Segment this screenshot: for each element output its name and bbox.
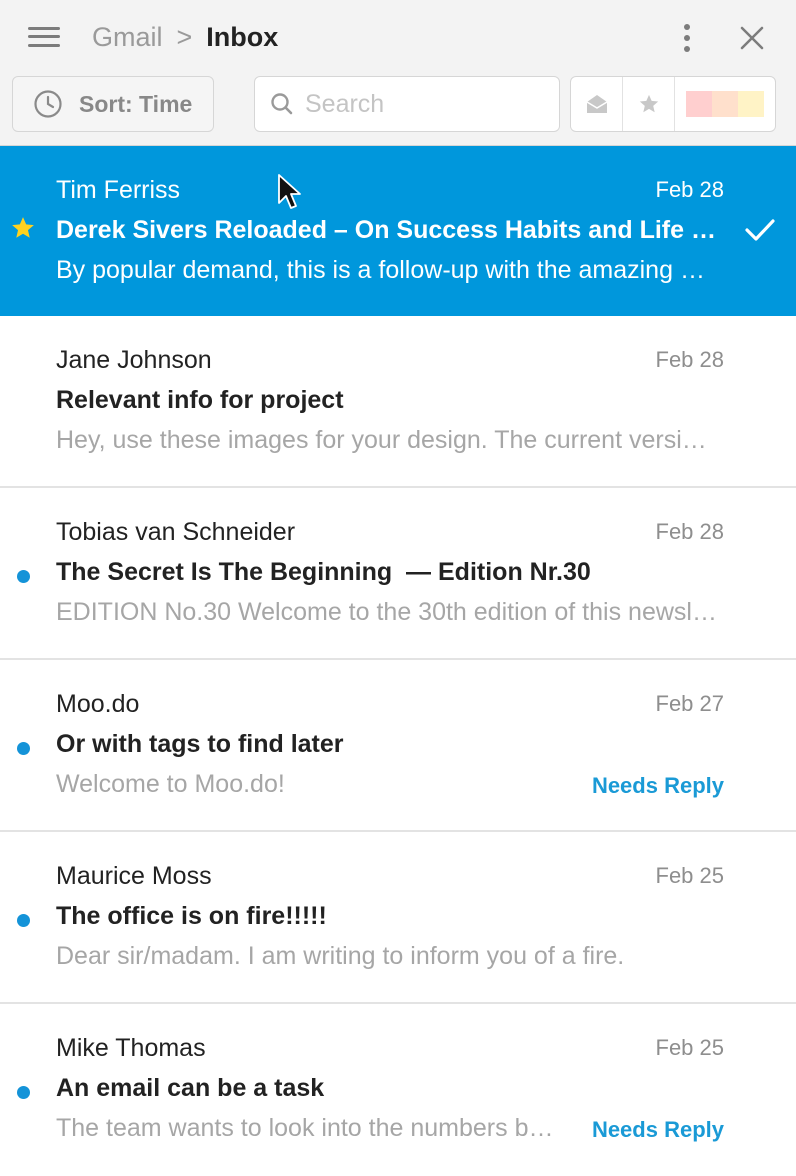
needs-reply-tag[interactable]: Needs Reply [592,773,724,799]
email-date: Feb 25 [655,1035,725,1060]
email-subject: The office is on fire!!!!! [56,902,327,930]
search-input[interactable] [305,89,545,119]
unread-dot [17,742,30,755]
mouse-pointer-icon [278,174,301,209]
email-list: Tim Ferriss Feb 28 Derek Sivers Reloaded… [0,146,796,1176]
search-box[interactable] [254,76,560,132]
email-date: Feb 28 [655,347,725,372]
breadcrumb-separator: > [176,22,193,52]
more-options-icon[interactable] [683,24,691,52]
email-row[interactable]: Maurice Moss Feb 25 The office is on fir… [0,832,796,1004]
email-sender: Jane Johnson [56,346,212,374]
email-subject: Derek Sivers Reloaded – On Success Habit… [56,216,726,244]
checkmark-icon[interactable] [744,217,776,243]
email-date: Feb 25 [655,863,725,888]
breadcrumb-inbox: Inbox [206,22,279,52]
email-preview: Dear sir/madam. I am writing to inform y… [56,942,625,970]
email-preview: By popular demand, this is a follow-up w… [56,256,720,284]
email-row[interactable]: Tobias van Schneider Feb 28 The Secret I… [0,488,796,660]
app-header: Gmail > Inbox Sort: Time [0,0,796,146]
email-preview: Welcome to Moo.do! [56,770,285,798]
unread-dot [17,570,30,583]
email-sender: Tobias van Schneider [56,518,296,546]
email-subject: Relevant info for project [56,386,344,414]
email-sender: Tim Ferriss [56,176,181,204]
email-row[interactable]: Moo.do Feb 27 Or with tags to find later… [0,660,796,832]
filter-group [570,76,776,132]
unread-dot [17,914,30,927]
sort-label: Sort: Time [79,90,193,117]
filter-read-button[interactable] [571,77,623,131]
email-sender: Mike Thomas [56,1034,206,1062]
filter-tags-button[interactable] [675,77,775,131]
email-row[interactable]: Tim Ferriss Feb 28 Derek Sivers Reloaded… [0,146,796,316]
email-preview: EDITION No.30 Welcome to the 30th editio… [56,598,720,626]
star-outline-icon [639,94,658,113]
search-icon [271,93,293,115]
email-subject: An email can be a task [56,1074,325,1102]
close-icon[interactable] [738,24,766,52]
email-subject: The Secret Is The Beginning — Edition Nr… [56,558,591,586]
email-subject: Or with tags to find later [56,730,344,758]
email-date: Feb 27 [655,691,725,716]
tag-swatch-yellow [738,91,764,117]
breadcrumb-gmail[interactable]: Gmail [92,20,163,54]
envelope-open-icon [586,95,607,113]
email-row[interactable]: Mike Thomas Feb 25 An email can be a tas… [0,1004,796,1176]
tag-swatch-orange [712,91,738,117]
tag-swatch-red [686,91,712,117]
sort-button[interactable]: Sort: Time [12,76,214,132]
email-preview: Hey, use these images for your design. T… [56,426,720,454]
email-sender: Maurice Moss [56,862,212,890]
star-icon[interactable] [10,215,36,241]
email-date: Feb 28 [655,519,725,544]
hamburger-menu-icon[interactable] [28,26,60,48]
clock-icon [34,90,62,118]
filter-starred-button[interactable] [623,77,675,131]
unread-dot [17,1086,30,1099]
needs-reply-tag[interactable]: Needs Reply [592,1117,724,1143]
email-preview: The team wants to look into the numbers … [56,1114,556,1142]
breadcrumb: Gmail > Inbox [92,20,278,54]
email-row[interactable]: Jane Johnson Feb 28 Relevant info for pr… [0,316,796,488]
email-sender: Moo.do [56,690,140,718]
email-date: Feb 28 [655,177,725,202]
